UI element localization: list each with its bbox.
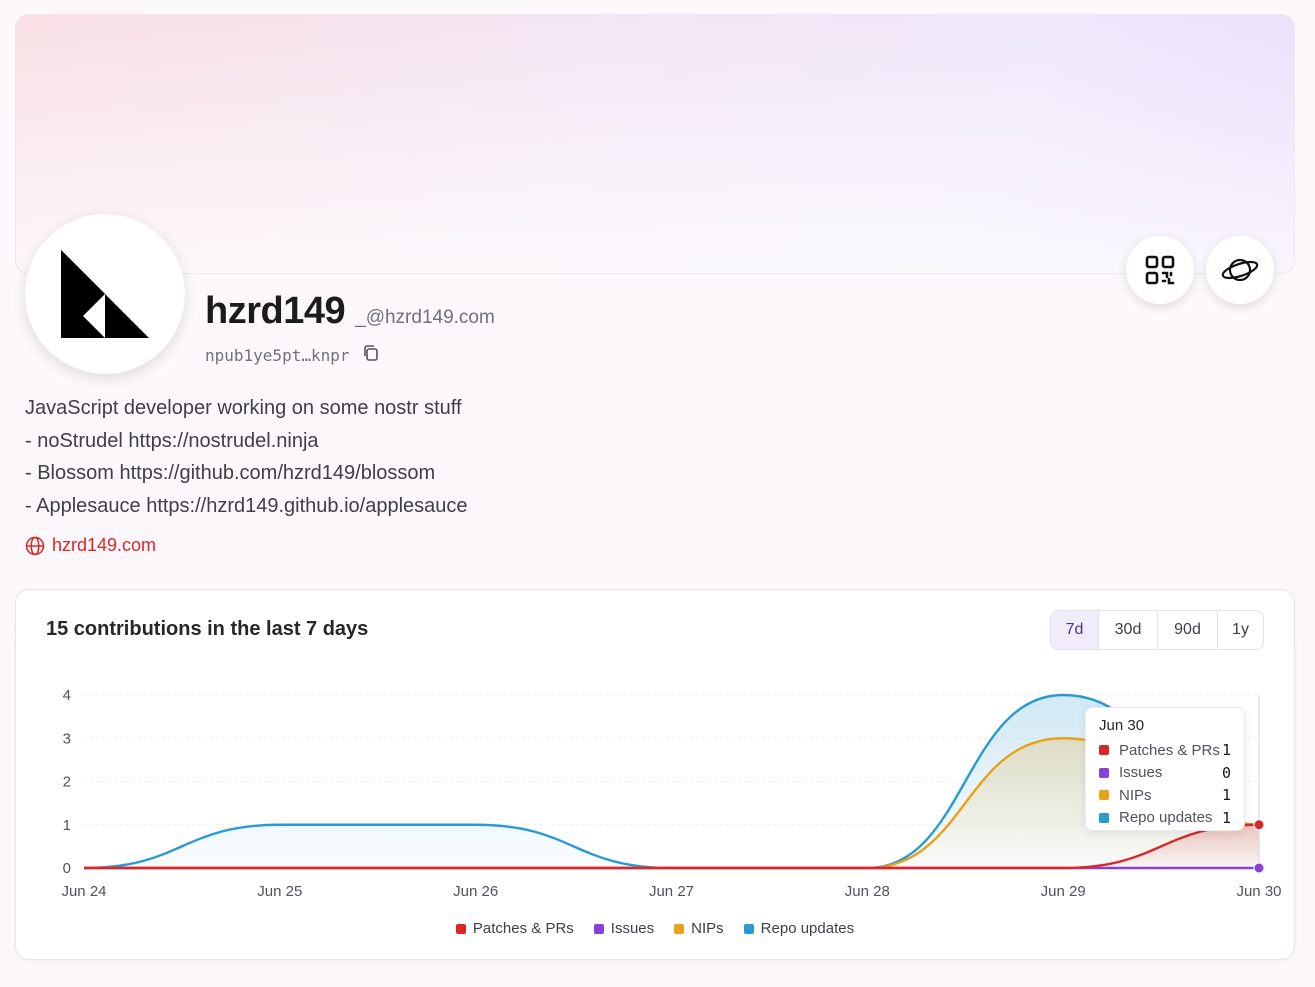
planet-icon	[1221, 258, 1259, 282]
x-tick-label: Jun 30	[1236, 883, 1281, 900]
tooltip-value: 0	[1221, 763, 1231, 782]
copy-button[interactable]	[362, 344, 380, 367]
hzrd-logo	[61, 250, 149, 338]
x-tick-label: Jun 25	[257, 883, 302, 900]
legend-label: NIPs	[691, 920, 724, 937]
tooltip-row: NIPs 1	[1099, 784, 1231, 807]
bio-line: JavaScript developer working on some nos…	[25, 397, 462, 419]
tooltip-value: 1	[1221, 808, 1231, 827]
legend-item[interactable]: Repo updates	[743, 920, 855, 937]
x-tick-label: Jun 27	[649, 883, 694, 900]
qr-code-button[interactable]	[1126, 236, 1194, 304]
y-tick-label: 3	[63, 730, 71, 747]
profile-banner	[15, 14, 1295, 274]
tooltip-row: Patches & PRs 1	[1099, 739, 1231, 762]
tooltip-swatch	[1099, 812, 1109, 823]
legend-swatch	[593, 923, 604, 934]
copy-icon	[363, 345, 378, 361]
bio-line: - Blossom https://github.com/hzrd149/blo…	[25, 462, 436, 485]
tooltip-swatch	[1099, 745, 1109, 756]
display-name: hzrd149	[205, 290, 346, 332]
chart-tooltip: Jun 30 Patches & PRs 1 Issues 0 NIPs 1 R…	[1085, 707, 1245, 831]
legend-swatch	[743, 923, 754, 934]
tooltip-swatch	[1099, 790, 1109, 801]
legend-swatch	[674, 923, 685, 934]
x-tick-label: Jun 26	[453, 883, 498, 900]
relay-button[interactable]	[1206, 236, 1274, 304]
legend-item[interactable]: Patches & PRs	[455, 920, 574, 937]
y-tick-label: 2	[63, 774, 71, 791]
nip05-address: _@hzrd149.com	[355, 307, 495, 328]
chart-legend: Patches & PRs Issues NIPs Repo updates	[16, 920, 1294, 937]
contributions-card: 15 contributions in the last 7 days 7d 3…	[15, 589, 1295, 960]
bio-line: - Applesauce https://hzrd149.github.io/a…	[25, 494, 468, 517]
legend-label: Repo updates	[760, 920, 855, 937]
legend-item[interactable]: NIPs	[674, 920, 724, 937]
tooltip-value: 1	[1221, 786, 1231, 805]
x-tick-label: Jun 24	[61, 883, 106, 900]
tooltip-row: Issues 0	[1099, 762, 1231, 785]
y-tick-label: 4	[63, 687, 71, 704]
avatar[interactable]	[25, 214, 185, 374]
legend-label: Issues	[610, 920, 655, 937]
bio: JavaScript developer working on some nos…	[25, 392, 468, 522]
active-dot	[1253, 819, 1265, 831]
qr-code-icon	[1145, 255, 1175, 285]
legend-item[interactable]: Issues	[593, 920, 655, 937]
active-dot	[1253, 862, 1265, 874]
tooltip-label: Patches & PRs	[1119, 741, 1220, 759]
tooltip-label: Repo updates	[1119, 809, 1213, 827]
y-tick-label: 0	[63, 860, 71, 877]
tooltip-label: Issues	[1119, 764, 1163, 782]
tooltip-row: Repo updates 1	[1099, 807, 1231, 830]
tooltip-label: NIPs	[1119, 786, 1152, 804]
legend-swatch	[455, 923, 466, 934]
x-tick-label: Jun 29	[1041, 883, 1086, 900]
website-link[interactable]: hzrd149.com	[25, 535, 156, 556]
website-label[interactable]: hzrd149.com	[52, 535, 156, 556]
tooltip-title: Jun 30	[1099, 717, 1145, 734]
bio-line: - noStrudel https://nostrudel.ninja	[25, 429, 319, 452]
x-tick-label: Jun 28	[845, 883, 890, 900]
tooltip-value: 1	[1221, 741, 1231, 760]
tooltip-swatch	[1099, 767, 1109, 778]
globe-icon	[25, 536, 45, 555]
y-tick-label: 1	[63, 817, 71, 834]
legend-label: Patches & PRs	[472, 920, 574, 937]
npub: npub1ye5pt…knpr	[205, 346, 350, 365]
